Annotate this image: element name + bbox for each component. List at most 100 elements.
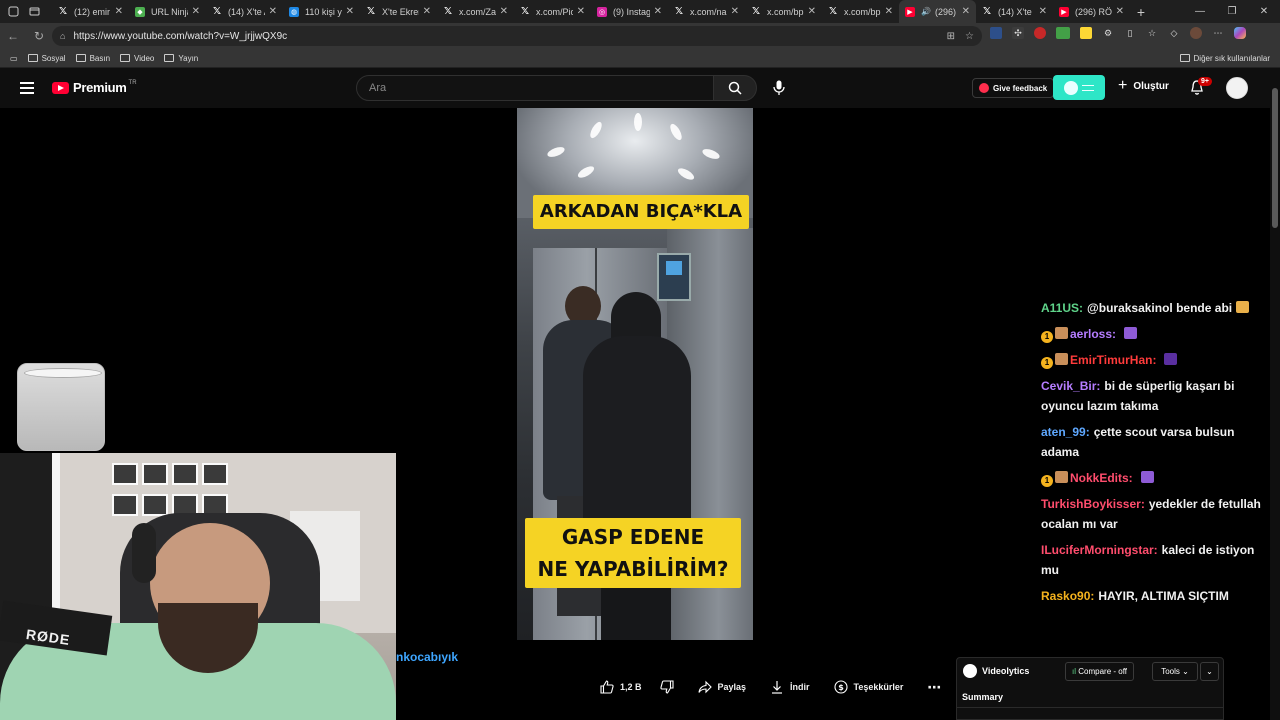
tab-close-icon[interactable]: ✕: [115, 6, 123, 17]
give-feedback-button[interactable]: Give feedback: [972, 78, 1055, 98]
tab-close-icon[interactable]: ✕: [346, 6, 354, 17]
search-button[interactable]: [713, 75, 757, 101]
chat-username[interactable]: aerloss:: [1070, 327, 1116, 341]
extension-toggle-button[interactable]: [1053, 75, 1105, 100]
tab-actions-icon[interactable]: [29, 6, 40, 17]
expand-chevron-icon[interactable]: ⌄: [1200, 662, 1219, 681]
chat-username[interactable]: Cevik_Bir:: [1041, 379, 1100, 393]
bookmark-manager-icon[interactable]: ▭: [10, 54, 18, 63]
app-available-icon[interactable]: ⊞: [947, 31, 955, 42]
close-window-icon[interactable]: ✕: [1248, 0, 1280, 23]
browser-tab[interactable]: ▶ 🔊 (296) ✕: [899, 0, 976, 23]
tab-close-icon[interactable]: ✕: [577, 6, 585, 17]
tab-close-icon[interactable]: ✕: [423, 6, 431, 17]
tab-close-icon[interactable]: ✕: [192, 6, 200, 17]
browser-tab[interactable]: 𝕏x.com/bp ✕: [745, 0, 822, 23]
maximize-icon[interactable]: ❐: [1216, 0, 1248, 23]
menu-icon[interactable]: [20, 82, 34, 97]
toggle-knob-icon: [1064, 80, 1078, 95]
tab-close-icon[interactable]: ✕: [962, 6, 970, 17]
extension-5-icon[interactable]: [1080, 27, 1092, 39]
favorite-star-icon[interactable]: ☆: [965, 31, 974, 42]
extension-puzzle-icon[interactable]: ⚙: [1102, 27, 1114, 39]
youtube-logo[interactable]: Premium TR: [52, 80, 137, 95]
chat-username[interactable]: Rasko90:: [1041, 589, 1094, 603]
video-caption-top: ARKADAN BIÇA*KLA: [533, 195, 749, 229]
browser-essentials-icon[interactable]: ◇: [1168, 27, 1180, 39]
bookmark-folder-sosyal[interactable]: Sosyal: [27, 54, 66, 63]
browser-tab[interactable]: 𝕏 (14) X'te A ✕: [206, 0, 283, 23]
workspaces-icon[interactable]: [8, 6, 19, 17]
tab-close-icon[interactable]: ✕: [1039, 6, 1047, 17]
settings-more-icon[interactable]: ⋯: [1212, 27, 1224, 39]
channel-name-link[interactable]: nkocabıyık: [396, 650, 458, 664]
chat-message: A11US: @buraksakinol bende abi: [1041, 298, 1269, 318]
tab-close-icon[interactable]: ✕: [731, 6, 739, 17]
browser-tab[interactable]: 𝕏 (12) emir ✕: [52, 0, 129, 23]
copilot-icon[interactable]: [1234, 27, 1246, 39]
split-screen-icon[interactable]: ▯: [1124, 27, 1136, 39]
minimize-icon[interactable]: —: [1184, 0, 1216, 23]
voice-search-icon[interactable]: [773, 80, 785, 96]
bookmark-folder-video[interactable]: Video: [120, 54, 154, 63]
search-input[interactable]: [356, 75, 714, 101]
browser-tab[interactable]: 𝕏x.com/Zar ✕: [437, 0, 514, 23]
new-tab-button[interactable]: +: [1130, 4, 1152, 20]
browser-tab[interactable]: 𝕏x.com/nar ✕: [668, 0, 745, 23]
other-bookmarks[interactable]: Diğer sık kullanılanlar: [1179, 54, 1270, 63]
extension-1-icon[interactable]: [990, 27, 1002, 39]
chat-username[interactable]: EmirTimurHan:: [1070, 353, 1156, 367]
thanks-button[interactable]: $ Teşekkürler: [833, 680, 903, 694]
compare-toggle[interactable]: ıl Compare - off: [1065, 662, 1134, 681]
chat-username[interactable]: TurkishBoykisser:: [1041, 497, 1145, 511]
videolytics-logo-icon: [963, 664, 977, 678]
tab-close-icon[interactable]: ✕: [269, 6, 277, 17]
account-avatar[interactable]: [1226, 77, 1248, 99]
browser-tab[interactable]: 𝕏x.com/Pic ✕: [514, 0, 591, 23]
tab-close-icon[interactable]: ✕: [885, 6, 893, 17]
browser-tab[interactable]: ◎ (9) Instagr ✕: [591, 0, 668, 23]
browser-tab[interactable]: 𝕏 X'te Ekrem ✕: [360, 0, 437, 23]
video-player[interactable]: ARKADAN BIÇA*KLA GASP EDENE NE YAPABİLİR…: [517, 108, 753, 640]
extension-4-icon[interactable]: [1056, 27, 1070, 39]
chat-username[interactable]: aten_99:: [1041, 425, 1090, 439]
scrollbar-thumb[interactable]: [1272, 88, 1278, 228]
chat-username[interactable]: A11US:: [1041, 301, 1083, 315]
tab-audio-icon[interactable]: 🔊: [921, 7, 931, 16]
url-bar[interactable]: ⌂ https://www.youtube.com/watch?v=W_jrjj…: [52, 26, 982, 46]
dislike-button[interactable]: [659, 680, 674, 694]
page-scrollbar[interactable]: [1270, 68, 1280, 720]
browser-tab[interactable]: 𝕏 (14) X'te I ✕: [976, 0, 1053, 23]
favorites-icon[interactable]: ☆: [1146, 27, 1158, 39]
back-icon[interactable]: ←: [0, 29, 26, 43]
like-button[interactable]: 1,2 B: [600, 680, 642, 694]
browser-tab[interactable]: 𝕏x.com/bp ✕: [822, 0, 899, 23]
browser-tab[interactable]: ◍ 110 kişi ya ✕: [283, 0, 360, 23]
url-text[interactable]: https://www.youtube.com/watch?v=W_jrjjwQ…: [73, 31, 287, 42]
tools-dropdown[interactable]: Tools ⌄: [1152, 662, 1198, 681]
create-button[interactable]: + Oluştur: [1118, 78, 1169, 94]
profile-avatar-icon[interactable]: [1190, 27, 1202, 39]
chat-username[interactable]: ILuciferMorningstar:: [1041, 543, 1158, 557]
more-actions-icon[interactable]: ⋯: [927, 679, 941, 696]
bookmark-folder-yayin[interactable]: Yayın: [164, 54, 198, 63]
tab-close-icon[interactable]: ✕: [654, 6, 662, 17]
tab-close-icon[interactable]: ✕: [1116, 6, 1124, 17]
browser-tab[interactable]: ◆ URL Ninja ✕: [129, 0, 206, 23]
download-button[interactable]: İndir: [770, 680, 810, 694]
tab-close-icon[interactable]: ✕: [500, 6, 508, 17]
extension-3-icon[interactable]: [1034, 27, 1046, 39]
browser-tab[interactable]: ▶ (296) RÖF ✕: [1053, 0, 1130, 23]
folder-icon: [1179, 54, 1190, 62]
streamer-webcam: RØDE: [0, 453, 396, 720]
extension-2-icon[interactable]: ✣: [1012, 27, 1024, 39]
tab-label: x.com/Pic: [536, 6, 573, 17]
window-menu[interactable]: [0, 6, 52, 17]
share-button[interactable]: Paylaş: [697, 680, 746, 694]
tab-label: X'te Ekrem: [382, 6, 419, 17]
chat-username[interactable]: NokkEdits:: [1070, 471, 1133, 485]
site-info-icon[interactable]: ⌂: [60, 31, 65, 41]
tab-close-icon[interactable]: ✕: [808, 6, 816, 17]
reload-icon[interactable]: ↻: [26, 29, 52, 43]
bookmark-folder-basin[interactable]: Basın: [75, 54, 110, 63]
